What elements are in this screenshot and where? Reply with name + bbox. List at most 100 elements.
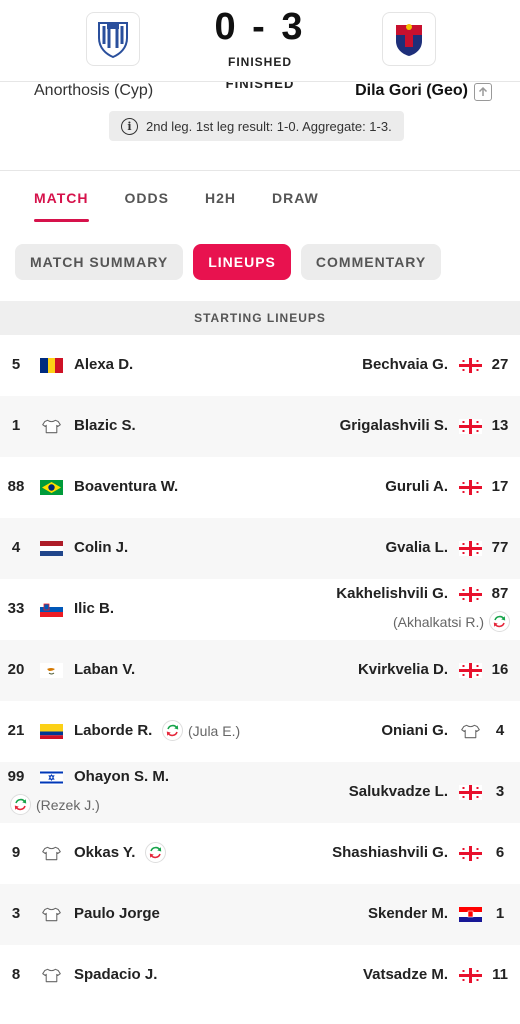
substitution-icon	[10, 794, 31, 815]
substitution-icon	[162, 720, 183, 741]
away-player-name[interactable]: Skender M.	[368, 905, 448, 922]
home-player-name[interactable]: Okkas Y.	[74, 844, 135, 861]
substitute-name[interactable]: (Akhalkatsi R.)	[393, 614, 484, 630]
away-player-number: 16	[491, 661, 509, 678]
jersey-icon	[40, 907, 63, 922]
match-score: 0 - 3	[214, 6, 306, 48]
info-icon: i	[121, 117, 138, 135]
leg-info-text: 2nd leg. 1st leg result: 1-0. Aggregate:…	[146, 118, 392, 134]
lineup-row: 3 Paulo Jorge 1 Skender M.	[0, 884, 520, 945]
home-player-name[interactable]: Laban V.	[74, 661, 135, 678]
home-substitution: (Rezek J.)	[10, 794, 100, 815]
home-player-number: 20	[7, 661, 25, 678]
subtab-commentary[interactable]: COMMENTARY	[300, 244, 442, 280]
georgia-flag	[459, 663, 482, 678]
home-player-number: 88	[7, 478, 25, 495]
georgia-flag	[459, 358, 482, 373]
croatia-flag	[459, 907, 482, 922]
tab-h2h[interactable]: H2H	[205, 182, 236, 222]
cyprus-flag	[40, 663, 63, 678]
netherlands-flag	[40, 541, 63, 556]
home-player-name[interactable]: Spadacio J.	[74, 966, 157, 983]
home-player-name[interactable]: Boaventura W.	[74, 478, 178, 495]
home-player-name[interactable]: Ilic B.	[74, 600, 114, 617]
away-player-name[interactable]: Grigalashvili S.	[340, 417, 448, 434]
subtab-lineups[interactable]: LINEUPS	[193, 244, 291, 280]
substitution-icon	[489, 611, 510, 632]
away-player-number: 11	[492, 966, 508, 983]
away-player-name[interactable]: Bechvaia G.	[362, 356, 448, 373]
home-player-number: 4	[11, 539, 21, 556]
georgia-flag	[459, 541, 482, 556]
main-tabs: MATCH ODDS H2H DRAW	[34, 182, 355, 222]
match-status: FINISHED	[227, 55, 292, 69]
away-player-number: 77	[491, 539, 509, 556]
lineup-row: 99 Ohayon S. M. (Rezek J.) 3 Salukvadze L.	[0, 762, 520, 823]
home-player-number: 99	[7, 768, 25, 785]
lineup-row: 5 Alexa D. 27 Bechvaia G.	[0, 335, 520, 396]
lineup-table: 5 Alexa D. 27 Bechvaia G. 1 Blazic S. 1 3 Grigal…	[0, 335, 520, 1006]
georgia-flag	[459, 846, 482, 861]
home-player-number: 33	[7, 600, 25, 617]
substitute-name[interactable]: (Jula E.)	[188, 723, 240, 739]
slovenia-flag	[40, 602, 63, 617]
away-player-name[interactable]: Guruli A.	[385, 478, 448, 495]
away-substitution: (Akhalkatsi R.)	[393, 611, 510, 632]
jersey-icon	[459, 724, 482, 739]
subtab-match-summary[interactable]: MATCH SUMMARY	[15, 244, 184, 280]
away-player-number: 17	[491, 478, 509, 495]
brazil-flag	[40, 480, 63, 495]
substitution-icon	[145, 842, 166, 863]
home-player-name[interactable]: Laborde R.	[74, 722, 152, 739]
home-player-number: 1	[11, 417, 21, 434]
home-substitution	[145, 842, 166, 863]
home-player-name[interactable]: Ohayon S. M.	[74, 768, 169, 785]
away-player-number: 87	[491, 585, 509, 602]
away-player-name[interactable]: Salukvadze L.	[349, 783, 448, 800]
home-substitution: (Jula E.)	[162, 720, 240, 741]
away-player-name[interactable]: Oniani G.	[381, 722, 448, 739]
home-player-name[interactable]: Colin J.	[74, 539, 128, 556]
sub-tabs: MATCH SUMMARY LINEUPS COMMENTARY	[15, 244, 451, 280]
home-player-number: 3	[11, 905, 21, 922]
away-player-name[interactable]: Kvirkvelia D.	[358, 661, 448, 678]
substitute-name[interactable]: (Rezek J.)	[36, 797, 100, 813]
tab-odds[interactable]: ODDS	[125, 182, 169, 222]
leg-info-banner: i 2nd leg. 1st leg result: 1-0. Aggregat…	[109, 111, 404, 141]
tab-match[interactable]: MATCH	[34, 182, 89, 222]
away-player-number: 27	[491, 356, 509, 373]
away-player-name[interactable]: Vatsadze M.	[363, 966, 448, 983]
lineup-row: 21 Laborde R. (Jula E.) 4 Oniani G.	[0, 701, 520, 762]
away-player-name[interactable]: Gvalia L.	[385, 539, 448, 556]
georgia-flag	[459, 419, 482, 434]
divider	[0, 170, 520, 171]
section-title: STARTING LINEUPS	[0, 301, 520, 335]
away-player-name[interactable]: Kakhelishvili G.	[336, 585, 448, 602]
georgia-flag	[459, 480, 482, 495]
israel-flag	[40, 770, 63, 785]
home-player-number: 9	[11, 844, 21, 861]
georgia-flag	[459, 785, 482, 800]
away-team-crest[interactable]	[382, 12, 436, 66]
jersey-icon	[40, 419, 63, 434]
romania-flag	[40, 358, 63, 373]
lineup-row: 9 Okkas Y. 6 Shashiashvili G.	[0, 823, 520, 884]
home-player-number: 8	[11, 966, 21, 983]
dila-gori-crest-icon	[396, 24, 422, 56]
home-player-number: 5	[11, 356, 21, 373]
tab-draw[interactable]: DRAW	[272, 182, 319, 222]
away-player-number: 6	[495, 844, 505, 861]
away-player-number: 1	[495, 905, 505, 922]
lineup-row: 88 Boaventura W. 17 Guruli A.	[0, 457, 520, 518]
lineup-row: 8 Spadacio J. 11 Vatsadze M.	[0, 945, 520, 1006]
away-player-name[interactable]: Shashiashvili G.	[332, 844, 448, 861]
colombia-flag	[40, 724, 63, 739]
home-player-name[interactable]: Alexa D.	[74, 356, 133, 373]
home-player-number: 21	[7, 722, 25, 739]
lineup-row: 20 Laban V. 16 Kvirkvelia D.	[0, 640, 520, 701]
jersey-icon	[40, 968, 63, 983]
match-header: 0 - 3 FINISHED	[0, 0, 520, 82]
away-player-number: 3	[495, 783, 505, 800]
home-player-name[interactable]: Blazic S.	[74, 417, 136, 434]
home-player-name[interactable]: Paulo Jorge	[74, 905, 160, 922]
